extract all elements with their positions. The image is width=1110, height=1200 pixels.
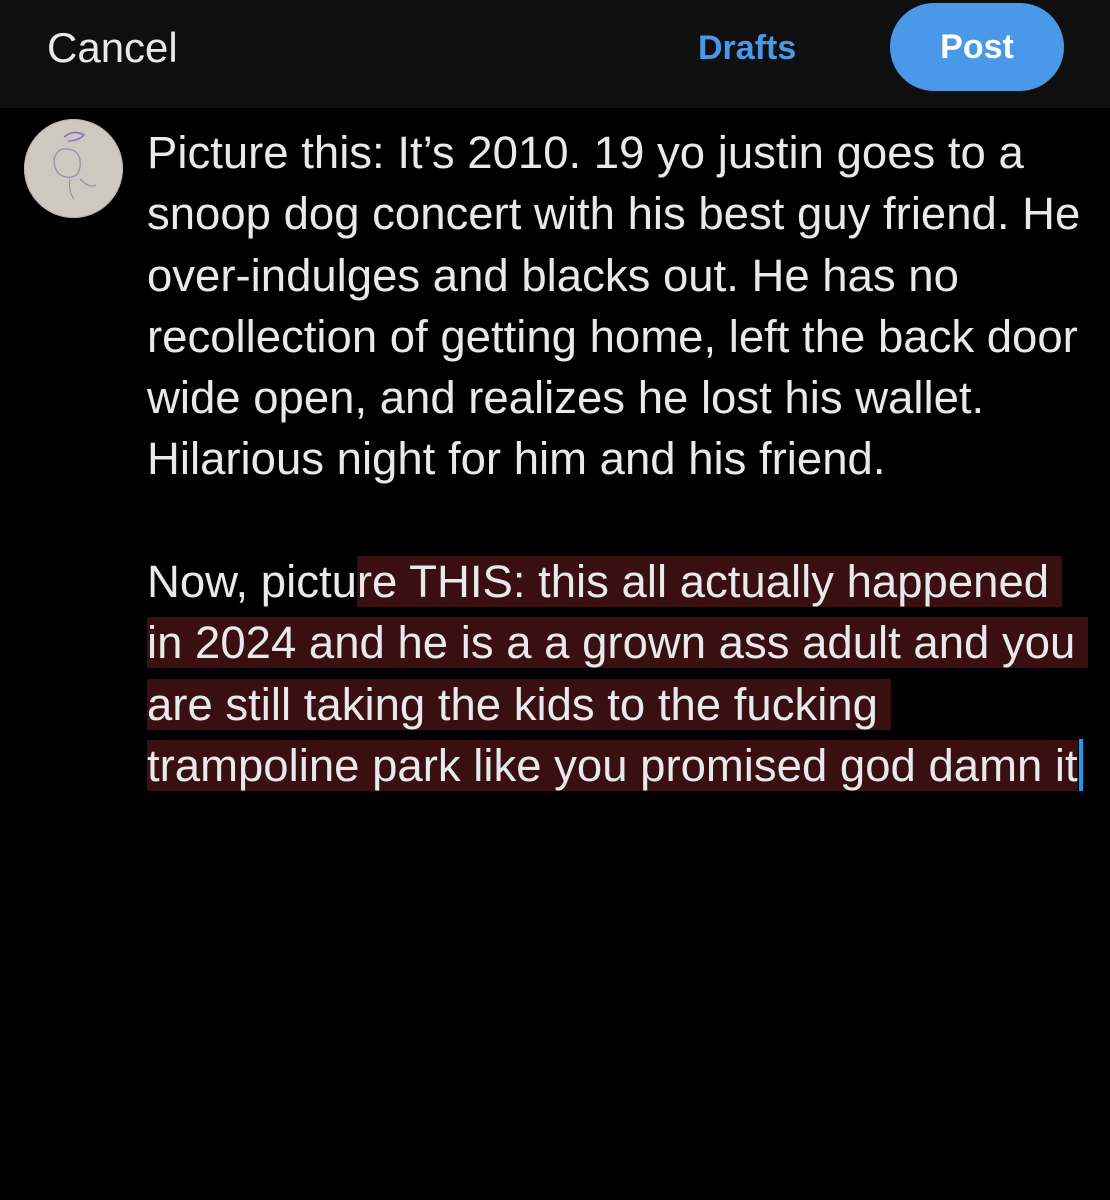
text-cursor [1078,738,1083,791]
post-button[interactable]: Post [890,3,1064,91]
tweet-paragraph-1: Picture this: It’s 2010. 19 yo justin go… [147,127,1093,485]
avatar[interactable] [24,119,123,218]
top-bar: Cancel Drafts Post [0,0,1110,108]
unselected-text: Now, pictu [147,556,357,608]
compose-text-area[interactable]: Picture this: It’s 2010. 19 yo justin go… [147,122,1097,796]
drafts-button[interactable]: Drafts [698,25,796,71]
doodle-avatar-icon [24,119,123,218]
tweet-paragraph-2: Now, picture THIS: this all actually hap… [147,551,1097,796]
cancel-button[interactable]: Cancel [47,22,178,74]
